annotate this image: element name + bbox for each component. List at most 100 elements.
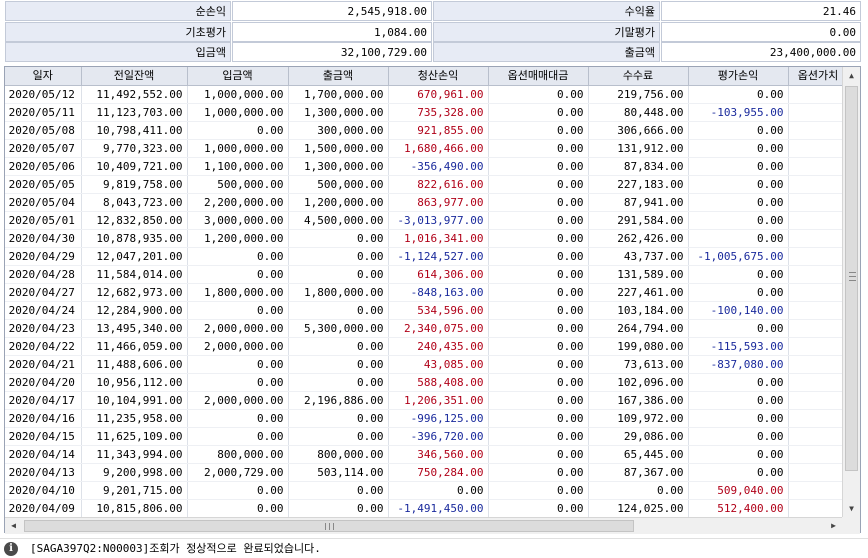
- table-row[interactable]: 2020/04/23 13,495,340.00 2,000,000.00 5,300…: [5, 319, 849, 338]
- table-cell: 0.00: [688, 445, 789, 464]
- table-cell: 65,445.00: [588, 445, 689, 464]
- table-cell: 0.00: [288, 409, 389, 428]
- table-cell: 11,492,552.00: [81, 85, 188, 104]
- table-cell: [788, 445, 849, 464]
- column-header[interactable]: 청산손익: [388, 67, 489, 86]
- vertical-scrollbar[interactable]: ▲ ▼: [842, 67, 860, 517]
- table-row[interactable]: 2020/04/14 11,343,994.00 800,000.00 800,000…: [5, 445, 849, 464]
- table-cell: 0.00: [187, 247, 289, 266]
- table-cell: 0.00: [488, 265, 589, 284]
- table-row[interactable]: 2020/05/06 10,409,721.00 1,100,000.00 1,300…: [5, 157, 849, 176]
- scroll-down-icon[interactable]: ▼: [843, 500, 860, 517]
- table-cell: 2020/05/04: [5, 193, 82, 212]
- table-cell: 2020/05/12: [5, 85, 82, 104]
- table-row[interactable]: 2020/05/05 9,819,758.00 500,000.00 500,000.…: [5, 175, 849, 194]
- table-cell: 12,682,973.00: [81, 283, 188, 302]
- column-header[interactable]: 수수료: [588, 67, 689, 86]
- table-cell: 0.00: [187, 121, 289, 140]
- table-cell: 2020/04/30: [5, 229, 82, 248]
- table-cell: 2020/04/17: [5, 391, 82, 410]
- table-cell: [788, 301, 849, 320]
- table-cell: 1,300,000.00: [288, 157, 389, 176]
- summary-label: 기말평가: [433, 22, 660, 42]
- summary-label: 출금액: [433, 42, 660, 62]
- table-cell: 750,284.00: [388, 463, 489, 482]
- scroll-right-icon[interactable]: ▶: [825, 518, 842, 534]
- column-header[interactable]: 옵션가치: [788, 67, 849, 86]
- table-row[interactable]: 2020/04/30 10,878,935.00 1,200,000.00 0.00 1…: [5, 229, 849, 248]
- table-row[interactable]: 2020/04/24 12,284,900.00 0.00 0.00 534,596.0…: [5, 301, 849, 320]
- table-cell: -100,140.00: [688, 301, 789, 320]
- table-cell: 2020/05/07: [5, 139, 82, 158]
- grip-icon: [325, 523, 334, 530]
- table-cell: [788, 211, 849, 230]
- table-cell: 2,196,886.00: [288, 391, 389, 410]
- table-row[interactable]: 2020/05/11 11,123,703.00 1,000,000.00 1,300…: [5, 103, 849, 122]
- column-header[interactable]: 일자: [5, 67, 82, 86]
- summary-label: 수익율: [433, 1, 660, 21]
- scroll-left-icon[interactable]: ◀: [5, 518, 22, 534]
- table-row[interactable]: 2020/05/07 9,770,323.00 1,000,000.00 1,500,…: [5, 139, 849, 158]
- scrollbar-corner: [842, 517, 860, 534]
- table-row[interactable]: 2020/04/17 10,104,991.00 2,000,000.00 2,196…: [5, 391, 849, 410]
- table-cell: 2020/04/10: [5, 481, 82, 500]
- column-header[interactable]: 입금액: [187, 67, 289, 86]
- horizontal-scroll-thumb[interactable]: [24, 520, 634, 532]
- summary-value: 21.46: [661, 1, 861, 21]
- status-message: [SAGA397Q2:N00003]조회가 정상적으로 완료되었습니다.: [30, 542, 321, 555]
- table-cell: 512,400.00: [688, 499, 789, 518]
- table-cell: 0.00: [288, 499, 389, 518]
- table-cell: 0.00: [688, 175, 789, 194]
- table-cell: 227,461.00: [588, 283, 689, 302]
- table-cell: 0.00: [688, 211, 789, 230]
- summary-panel: 순손익 2,545,918.00 수익율 21.46 기초평가 1,084.00 기말평가 0…: [0, 0, 868, 64]
- table-cell: 2020/04/15: [5, 427, 82, 446]
- table-row[interactable]: 2020/04/09 10,815,806.00 0.00 0.00 -1,491,45…: [5, 499, 849, 518]
- table-cell: 1,000,000.00: [187, 139, 289, 158]
- column-header[interactable]: 출금액: [288, 67, 389, 86]
- table-cell: 9,201,715.00: [81, 481, 188, 500]
- table-row[interactable]: 2020/04/22 11,466,059.00 2,000,000.00 0.00 2…: [5, 337, 849, 356]
- table-cell: 300,000.00: [288, 121, 389, 140]
- scroll-up-icon[interactable]: ▲: [843, 67, 860, 84]
- column-header[interactable]: 전일잔액: [81, 67, 188, 86]
- table-cell: 0.00: [688, 139, 789, 158]
- table-cell: 863,977.00: [388, 193, 489, 212]
- table-cell: 0.00: [488, 283, 589, 302]
- table-row[interactable]: 2020/04/10 9,201,715.00 0.00 0.00 0.00 0.00 0.…: [5, 481, 849, 500]
- table-cell: 0.00: [688, 463, 789, 482]
- table-row[interactable]: 2020/04/28 11,584,014.00 0.00 0.00 614,306.0…: [5, 265, 849, 284]
- table-cell: 1,200,000.00: [187, 229, 289, 248]
- column-header[interactable]: 옵션매매대금: [488, 67, 589, 86]
- table-cell: -1,491,450.00: [388, 499, 489, 518]
- vertical-scroll-thumb[interactable]: [845, 86, 858, 471]
- horizontal-scrollbar[interactable]: ◀ ▶: [5, 517, 842, 534]
- table-row[interactable]: 2020/04/13 9,200,998.00 2,000,729.00 503,11…: [5, 463, 849, 482]
- table-cell: -115,593.00: [688, 337, 789, 356]
- table-cell: 0.00: [488, 481, 589, 500]
- daily-pnl-grid[interactable]: 일자 전일잔액 입금액 출금액 청산손익 옵션매매대금 수수료 평가손익 옵션가치 2020/0…: [4, 66, 861, 533]
- table-row[interactable]: 2020/04/21 11,488,606.00 0.00 0.00 43,085.00…: [5, 355, 849, 374]
- table-row[interactable]: 2020/04/27 12,682,973.00 1,800,000.00 1,800…: [5, 283, 849, 302]
- table-cell: 2,000,000.00: [187, 337, 289, 356]
- table-cell: 0.00: [488, 499, 589, 518]
- table-row[interactable]: 2020/04/20 10,956,112.00 0.00 0.00 588,408.0…: [5, 373, 849, 392]
- table-row[interactable]: 2020/05/12 11,492,552.00 1,000,000.00 1,700…: [5, 85, 849, 104]
- table-row[interactable]: 2020/05/04 8,043,723.00 2,200,000.00 1,200,…: [5, 193, 849, 212]
- table-cell: 264,794.00: [588, 319, 689, 338]
- table-cell: [788, 229, 849, 248]
- table-cell: 43,737.00: [588, 247, 689, 266]
- table-cell: 0.00: [488, 319, 589, 338]
- table-row[interactable]: 2020/04/29 12,047,201.00 0.00 0.00 -1,124,52…: [5, 247, 849, 266]
- table-cell: 0.00: [688, 229, 789, 248]
- table-cell: -396,720.00: [388, 427, 489, 446]
- table-cell: 124,025.00: [588, 499, 689, 518]
- summary-row: 기초평가 1,084.00 기말평가 0.00: [0, 22, 868, 43]
- table-row[interactable]: 2020/05/08 10,798,411.00 0.00 300,000.00 921…: [5, 121, 849, 140]
- table-cell: [788, 463, 849, 482]
- table-row[interactable]: 2020/04/15 11,625,109.00 0.00 0.00 -396,720.…: [5, 427, 849, 446]
- table-row[interactable]: 2020/04/16 11,235,958.00 0.00 0.00 -996,125.…: [5, 409, 849, 428]
- table-row[interactable]: 2020/05/01 12,832,850.00 3,000,000.00 4,500…: [5, 211, 849, 230]
- column-header[interactable]: 평가손익: [688, 67, 789, 86]
- table-cell: 10,878,935.00: [81, 229, 188, 248]
